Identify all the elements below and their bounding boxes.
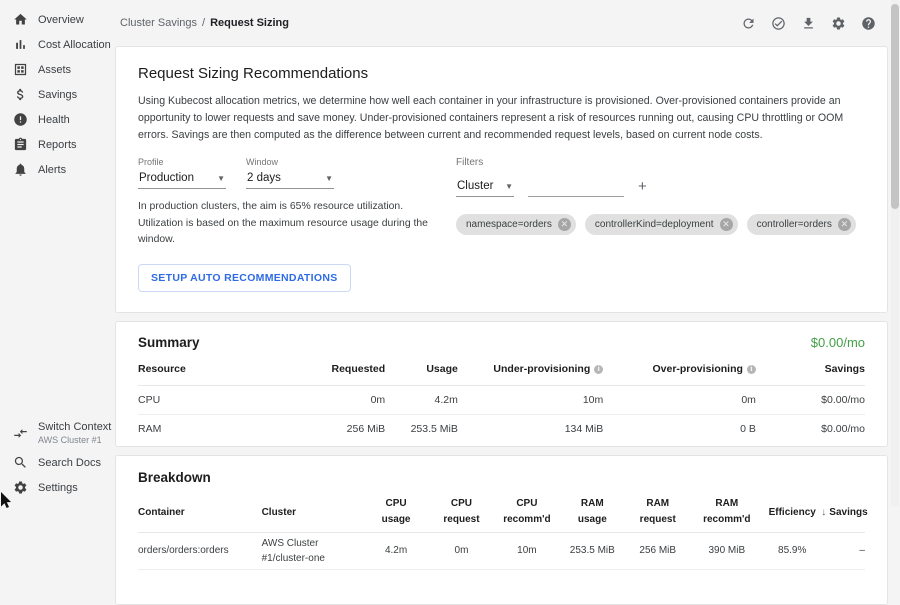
- page-description: Using Kubecost allocation metrics, we de…: [138, 93, 865, 144]
- settings-button[interactable]: Settings: [0, 475, 110, 500]
- column-ram-recommended: RAMrecomm'd: [690, 496, 763, 528]
- breadcrumb-section[interactable]: Cluster Savings: [120, 17, 197, 29]
- profile-helper-text: In production clusters, the aim is 65% r…: [138, 199, 440, 247]
- sidebar-item-health[interactable]: Health: [0, 107, 110, 132]
- compare-arrows-icon: [13, 426, 28, 441]
- switch-context-label: Switch Context: [38, 421, 111, 433]
- summary-total-savings: $0.00/mo: [811, 335, 865, 350]
- column-cluster: Cluster: [262, 505, 364, 520]
- sidebar-item-label: Reports: [38, 139, 77, 151]
- sidebar-footer: Switch Context AWS Cluster #1 Search Doc…: [0, 416, 110, 500]
- filter-type-select[interactable]: Cluster ▼: [456, 177, 514, 197]
- sidebar-item-label: Health: [38, 114, 70, 126]
- window-select[interactable]: Window 2 days ▼: [246, 157, 334, 189]
- column-over-provisioning: Over-provisioningi: [603, 363, 756, 375]
- plus-icon[interactable]: +: [638, 178, 647, 197]
- filter-chip: controllerKind=deployment ✕: [585, 214, 738, 235]
- summary-title: Summary: [138, 335, 200, 350]
- profile-select[interactable]: Profile Production ▼: [138, 157, 226, 189]
- download-icon[interactable]: [801, 16, 816, 31]
- column-cpu-request: CPUrequest: [429, 496, 494, 528]
- main-content: Cluster Savings/Request Sizing Request S…: [110, 0, 888, 506]
- summary-header-row: Resource Requested Usage Under-provision…: [138, 354, 865, 386]
- check-circle-icon[interactable]: [771, 16, 786, 31]
- dollar-icon: [13, 87, 28, 102]
- page-title: Request Sizing Recommendations: [138, 65, 865, 82]
- bar-chart-icon: [13, 37, 28, 52]
- column-resource: Resource: [138, 363, 298, 375]
- profile-label: Profile: [138, 157, 226, 167]
- column-savings: Savings: [756, 363, 865, 375]
- error-icon: [13, 112, 28, 127]
- sidebar-item-label: Overview: [38, 14, 84, 26]
- filter-value-input[interactable]: [528, 178, 624, 197]
- sidebar-item-savings[interactable]: Savings: [0, 82, 110, 107]
- breakdown-card: Breakdown Container Cluster CPUusage CPU…: [115, 455, 888, 605]
- column-ram-usage: RAMusage: [560, 496, 625, 528]
- filters-section: Filters Cluster ▼ + namespace=orders ✕: [456, 157, 856, 247]
- column-under-provisioning: Under-provisioningi: [458, 363, 603, 375]
- gear-icon[interactable]: [831, 16, 846, 31]
- top-bar: Cluster Savings/Request Sizing: [110, 0, 888, 46]
- sidebar-item-assets[interactable]: Assets: [0, 57, 110, 82]
- help-icon[interactable]: [861, 16, 876, 31]
- current-cluster-label: AWS Cluster #1: [38, 435, 111, 445]
- request-sizing-card: Request Sizing Recommendations Using Kub…: [115, 46, 888, 313]
- breadcrumb-current: Request Sizing: [210, 17, 289, 29]
- info-icon[interactable]: i: [747, 365, 756, 374]
- chevron-down-icon: ▼: [505, 182, 513, 191]
- breadcrumb: Cluster Savings/Request Sizing: [120, 17, 289, 29]
- setup-auto-recommendations-button[interactable]: SETUP AUTO RECOMMENDATIONS: [138, 264, 351, 292]
- breakdown-header-row: Container Cluster CPUusage CPUrequest CP…: [138, 493, 865, 533]
- summary-card: Summary $0.00/mo Resource Requested Usag…: [115, 321, 888, 447]
- search-docs-label: Search Docs: [38, 457, 101, 469]
- sidebar-item-cost-allocation[interactable]: Cost Allocation: [0, 32, 110, 57]
- column-cpu-recommended: CPUrecomm'd: [494, 496, 559, 528]
- bell-icon: [13, 162, 28, 177]
- clipboard-icon: [13, 137, 28, 152]
- filters-label: Filters: [456, 157, 856, 168]
- column-usage: Usage: [385, 363, 458, 375]
- column-container: Container: [138, 507, 262, 518]
- column-ram-request: RAMrequest: [625, 496, 690, 528]
- filter-chips: namespace=orders ✕ controllerKind=deploy…: [456, 214, 856, 235]
- window-label: Window: [246, 157, 334, 167]
- sidebar: Overview Cost Allocation Assets Savings …: [0, 0, 110, 506]
- close-icon[interactable]: ✕: [838, 218, 851, 231]
- table-row[interactable]: CPU 0m 4.2m 10m 0m $0.00/mo: [138, 386, 865, 415]
- sidebar-item-label: Savings: [38, 89, 77, 101]
- column-cpu-usage: CPUusage: [363, 496, 428, 528]
- switch-context-button[interactable]: Switch Context AWS Cluster #1: [0, 416, 110, 450]
- chevron-down-icon: ▼: [217, 174, 225, 183]
- sidebar-item-reports[interactable]: Reports: [0, 132, 110, 157]
- gear-icon: [13, 480, 28, 495]
- column-requested: Requested: [298, 363, 385, 375]
- close-icon[interactable]: ✕: [720, 218, 733, 231]
- info-icon[interactable]: i: [594, 365, 603, 374]
- home-icon: [13, 12, 28, 27]
- column-efficiency: Efficiency: [763, 507, 821, 518]
- sidebar-item-label: Cost Allocation: [38, 39, 111, 51]
- sidebar-item-label: Alerts: [38, 164, 66, 176]
- filter-chip: namespace=orders ✕: [456, 214, 576, 235]
- grid-icon: [13, 62, 28, 77]
- refresh-icon[interactable]: [741, 16, 756, 31]
- sidebar-item-alerts[interactable]: Alerts: [0, 157, 110, 182]
- close-icon[interactable]: ✕: [558, 218, 571, 231]
- filter-chip: controller=orders ✕: [747, 214, 856, 235]
- scrollbar-thumb[interactable]: [891, 4, 899, 209]
- toolbar-icons: [741, 16, 876, 31]
- chevron-down-icon: ▼: [325, 174, 333, 183]
- table-row[interactable]: RAM 256 MiB 253.5 MiB 134 MiB 0 B $0.00/…: [138, 415, 865, 444]
- table-row[interactable]: orders/orders:orders AWS Cluster #1/clus…: [138, 533, 865, 570]
- breakdown-title: Breakdown: [138, 470, 865, 485]
- search-icon: [13, 455, 28, 470]
- search-docs-button[interactable]: Search Docs: [0, 450, 110, 475]
- sidebar-item-overview[interactable]: Overview: [0, 7, 110, 32]
- sort-descending-icon: ↓: [821, 507, 826, 518]
- sidebar-item-label: Assets: [38, 64, 71, 76]
- settings-label: Settings: [38, 482, 78, 494]
- column-savings-sort[interactable]: ↓Savings: [821, 507, 865, 518]
